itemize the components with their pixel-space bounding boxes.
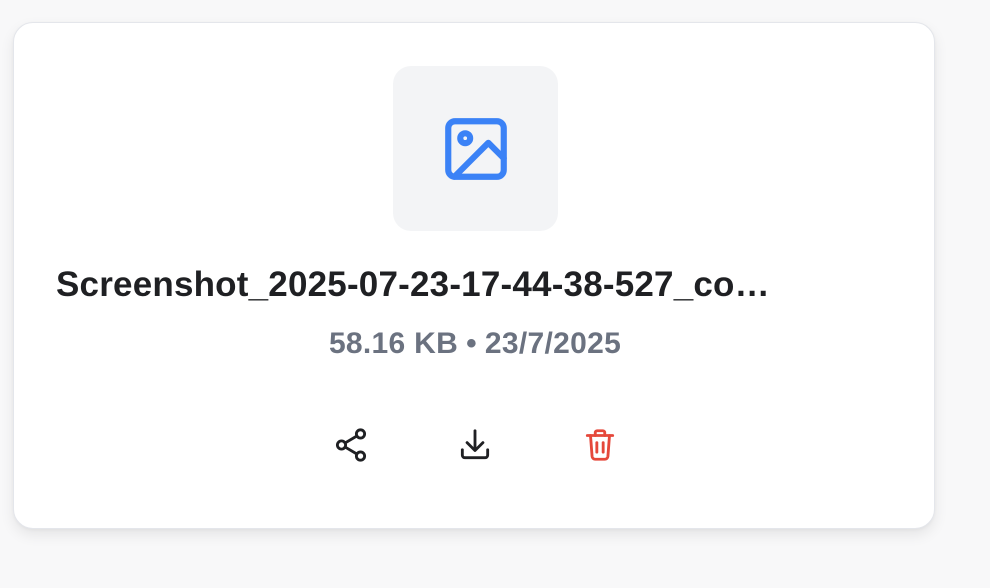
file-card[interactable]: Screenshot_2025-07-23-17-44-38-527_co… 5…	[13, 22, 935, 529]
trash-icon	[585, 429, 615, 461]
file-date: 23/7/2025	[484, 327, 622, 360]
meta-separator: •	[466, 327, 477, 360]
delete-button[interactable]	[576, 421, 624, 469]
file-thumbnail	[393, 66, 558, 231]
share-button[interactable]	[327, 421, 375, 469]
image-icon	[444, 117, 507, 180]
download-button[interactable]	[451, 421, 499, 469]
file-size: 58.16 KB	[328, 327, 459, 360]
file-meta: 58.16 KB • 23/7/2025	[14, 327, 936, 361]
download-icon	[460, 429, 490, 460]
share-icon	[335, 428, 367, 462]
file-name: Screenshot_2025-07-23-17-44-38-527_co…	[56, 265, 770, 304]
